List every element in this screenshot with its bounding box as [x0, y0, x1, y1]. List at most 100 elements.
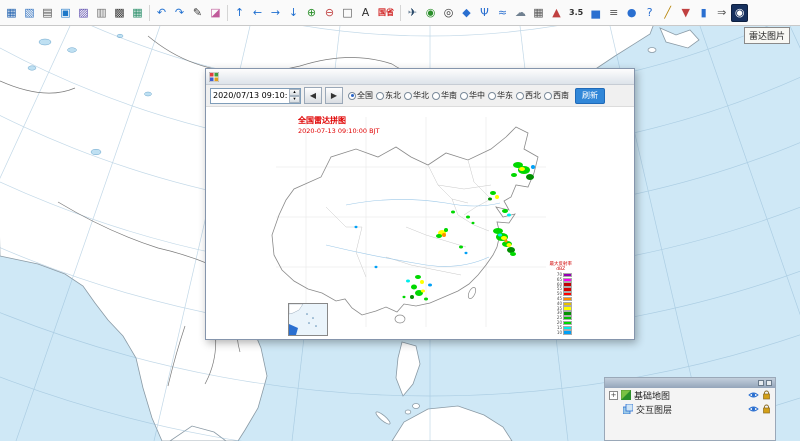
arrow-down-icon[interactable]: ↓: [285, 4, 302, 22]
visibility-eye-icon[interactable]: [748, 391, 759, 399]
arrow-up-icon[interactable]: ↑: [231, 4, 248, 22]
spinner-down-button[interactable]: ▼: [289, 96, 300, 103]
arrow-left-icon[interactable]: ←: [249, 4, 266, 22]
station-circle-icon[interactable]: ◎: [440, 4, 457, 22]
visibility-eye-icon[interactable]: [748, 405, 759, 413]
database-icon[interactable]: ▥: [93, 4, 110, 22]
dialog-toolbar: ▲ ▼ ◀ ▶ 全国 东北华北 华南华中 华东 西北 西南 刷新: [206, 85, 634, 107]
radar-legend-swatches: 70656055504540353025201510: [550, 273, 573, 335]
text-tool-icon[interactable]: A: [357, 4, 374, 22]
monitor-icon[interactable]: ▣: [57, 4, 74, 22]
histogram-icon[interactable]: ▅: [587, 4, 604, 22]
radar-image-area: 全国雷达拼图 2020-07-13 09:10:00 BJT 最大反射率 dBZ…: [206, 107, 634, 339]
cloud-icon[interactable]: ☁: [512, 4, 529, 22]
layer-label: 基础地图: [634, 389, 745, 402]
legend-swatch: [563, 278, 572, 282]
export-icon[interactable]: ⇒: [713, 4, 730, 22]
layer-row-base-map[interactable]: + 基础地图: [605, 388, 775, 402]
pin-icon[interactable]: ▼: [677, 4, 694, 22]
version-label[interactable]: 3.5: [566, 4, 586, 22]
region-radio-华中[interactable]: 华中: [460, 90, 485, 101]
legend-row: 10: [550, 330, 573, 335]
chart-icon[interactable]: ▲: [548, 4, 565, 22]
panel-header[interactable]: [605, 378, 775, 388]
radio-dot: [348, 92, 356, 100]
flight-route-icon[interactable]: ✈: [404, 4, 421, 22]
legend-swatch: [563, 292, 572, 296]
bookmark-icon[interactable]: ▮: [695, 4, 712, 22]
radar-legend: 最大反射率 dBZ 70656055504540353025201510: [550, 262, 573, 335]
table-icon[interactable]: ▦: [129, 4, 146, 22]
zoom-out-icon[interactable]: ⊖: [321, 4, 338, 22]
next-time-button[interactable]: ▶: [325, 87, 343, 104]
application-window: ▦▧▤▣▨▥▩▦↶↷✎◪↑←→↓⊕⊖□A国省✈◉◎◆Ψ≈☁▦▲3.5▅≡●?╱▼…: [0, 0, 800, 441]
help-icon[interactable]: ?: [641, 4, 658, 22]
radar-image-icon[interactable]: ◉: [731, 4, 748, 22]
south-china-sea-inset: [288, 303, 328, 336]
lock-icon[interactable]: [762, 390, 771, 400]
radio-label: 全国: [357, 90, 373, 101]
legend-swatch: [563, 273, 572, 277]
zoom-in-icon[interactable]: ⊕: [303, 4, 320, 22]
menu-icon[interactable]: ≡: [605, 4, 622, 22]
panel-close-button[interactable]: [766, 380, 772, 386]
layers-icon[interactable]: ▨: [75, 4, 92, 22]
layer-manager-panel: + 基础地图 交互图层: [604, 377, 776, 441]
region-radio-华北[interactable]: 华北: [404, 90, 429, 101]
radio-dot: [488, 92, 496, 100]
arrow-right-icon[interactable]: →: [267, 4, 284, 22]
grid-icon[interactable]: ▦: [530, 4, 547, 22]
satellite-icon[interactable]: ◆: [458, 4, 475, 22]
region-radio-全国[interactable]: 全国: [348, 90, 373, 101]
legend-swatch: [563, 321, 572, 325]
refresh-button[interactable]: 刷新: [575, 88, 605, 104]
radio-dot: [516, 92, 524, 100]
radio-label: 西北: [525, 90, 541, 101]
radio-label: 华南: [441, 90, 457, 101]
legend-swatch: [563, 282, 572, 286]
globe-icon[interactable]: ◉: [422, 4, 439, 22]
legend-swatch: [563, 287, 572, 291]
region-radio-华南[interactable]: 华南: [432, 90, 457, 101]
datetime-picker: ▲ ▼: [210, 88, 301, 104]
eraser-icon[interactable]: ◪: [207, 4, 224, 22]
legend-swatch: [563, 302, 572, 306]
undo-icon[interactable]: ↶: [153, 4, 170, 22]
radio-label: 东北: [385, 90, 401, 101]
redo-icon[interactable]: ↷: [171, 4, 188, 22]
save-icon[interactable]: ▦: [3, 4, 20, 22]
radio-dot: [376, 92, 384, 100]
region-radio-华东[interactable]: 华东: [488, 90, 513, 101]
antenna-icon[interactable]: Ψ: [476, 4, 493, 22]
radio-dot: [460, 92, 468, 100]
station-dot-icon[interactable]: ●: [623, 4, 640, 22]
spinner-up-button[interactable]: ▲: [289, 89, 300, 96]
map-layer-icon: [621, 390, 631, 400]
layer-row-interactive[interactable]: 交互图层: [605, 402, 775, 416]
print-icon[interactable]: ▤: [39, 4, 56, 22]
panel-collapse-button[interactable]: [758, 380, 764, 386]
datetime-spinner: ▲ ▼: [289, 89, 300, 103]
dialog-titlebar[interactable]: [206, 69, 634, 85]
radar-image-tooltip: 雷达图片: [744, 27, 790, 44]
region-radio-group: 全国 东北华北 华南华中 华东 西北 西南: [348, 90, 569, 101]
radio-label: 华东: [497, 90, 513, 101]
region-radio-西北[interactable]: 西北: [516, 90, 541, 101]
lock-icon[interactable]: [762, 404, 771, 414]
region-radio-东北[interactable]: 东北: [376, 90, 401, 101]
animation-icon[interactable]: ▩: [111, 4, 128, 22]
toolbar-separator: [149, 5, 150, 21]
ruler-icon[interactable]: ╱: [659, 4, 676, 22]
radio-label: 西南: [553, 90, 569, 101]
prev-time-button[interactable]: ◀: [304, 87, 322, 104]
wave-icon[interactable]: ≈: [494, 4, 511, 22]
region-boundary-icon[interactable]: 国省: [375, 4, 397, 22]
expander-icon[interactable]: +: [609, 391, 618, 400]
open-map-icon[interactable]: ▧: [21, 4, 38, 22]
select-rect-icon[interactable]: □: [339, 4, 356, 22]
radar-mosaic-dialog: ▲ ▼ ◀ ▶ 全国 东北华北 华南华中 华东 西北 西南 刷新: [205, 68, 635, 340]
region-radio-西南[interactable]: 西南: [544, 90, 569, 101]
pencil-icon[interactable]: ✎: [189, 4, 206, 22]
datetime-input[interactable]: [211, 89, 289, 103]
radio-dot: [544, 92, 552, 100]
